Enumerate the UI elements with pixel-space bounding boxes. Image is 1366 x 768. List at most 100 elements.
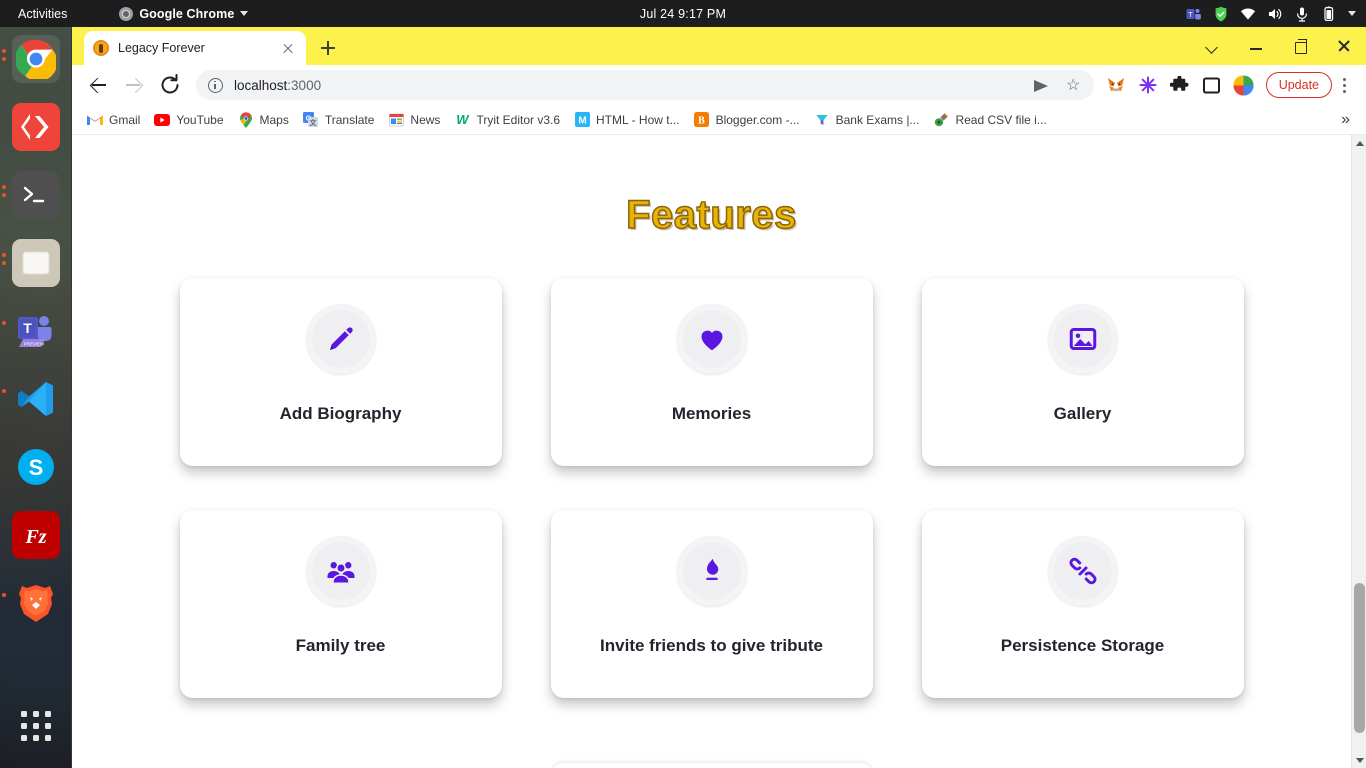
dock-item-google-chrome[interactable] [1,35,60,83]
funnel-icon [814,112,830,128]
close-tab-icon[interactable] [279,39,297,57]
svg-text:M: M [578,115,586,126]
forward-button[interactable] [119,70,149,100]
bookmark-youtube[interactable]: YouTube [147,109,230,131]
tab-search-chevron-down-icon[interactable] [1190,29,1234,63]
asterisk-icon[interactable] [1137,74,1159,96]
activities-button[interactable]: Activities [10,5,75,23]
battery-icon[interactable] [1321,6,1337,22]
bookmark-label: News [410,112,441,127]
feature-card-label: Gallery [1053,404,1112,423]
show-applications-button[interactable] [12,702,60,750]
chrome-menu-button[interactable] [1332,70,1358,100]
anydesk-icon [20,114,48,140]
feature-card-add-biography[interactable]: Add Biography [179,278,502,466]
feature-card-label: Add Biography [279,404,402,423]
app-menu-label: Google Chrome [139,6,235,21]
bookmark-star-icon[interactable]: ☆ [1065,77,1082,94]
bookmark-tryit-editor[interactable]: W Tryit Editor v3.6 [447,109,567,131]
bookmark-label: Read CSV file i... [955,112,1047,127]
grid-dot [21,735,27,741]
feature-card-invite-friends[interactable]: Invite friends to give tribute [550,510,873,698]
feature-card-family-tree[interactable]: Family tree [179,510,502,698]
profile-avatar-icon[interactable] [1233,74,1255,96]
bookmark-gmail[interactable]: Gmail [80,109,147,131]
maps-pin-icon [238,111,254,128]
scroll-down-arrow-icon[interactable] [1352,753,1366,768]
dock-item-visual-studio-code[interactable] [1,375,60,423]
wifi-icon[interactable] [1240,6,1256,22]
bookmark-label: Maps [259,112,289,127]
bookmark-blogger[interactable]: B Blogger.com -... [687,109,807,131]
maximize-button[interactable] [1278,29,1322,63]
web-page-content: Features Add Biography Memories Gallery … [72,135,1351,768]
svg-text:Fz: Fz [24,526,46,548]
reload-button[interactable] [155,70,185,100]
page-title: Features [625,192,797,238]
candle-flame-icon [705,558,718,580]
svg-text:S: S [28,455,43,480]
feature-card-gallery[interactable]: Gallery [921,278,1244,466]
guitar-icon [933,112,949,128]
dock-item-anydesk[interactable] [11,103,60,151]
bookmark-news[interactable]: News [381,109,447,131]
extensions-puzzle-icon[interactable] [1169,74,1191,96]
teams-icon[interactable]: T [1186,6,1202,22]
bookmarks-overflow-button[interactable]: » [1341,111,1358,128]
dock-item-terminal[interactable] [1,171,60,219]
window-controls [1190,27,1366,65]
system-tray[interactable]: T [1186,6,1366,22]
page-scrollbar[interactable] [1351,135,1366,768]
feature-card-label: Invite friends to give tribute [600,636,823,655]
grid-dot [45,735,51,741]
dock-item-microsoft-teams[interactable]: T PREVIEW [1,307,60,355]
volume-icon[interactable] [1267,6,1283,22]
svg-text:文: 文 [310,118,318,127]
side-panel-icon[interactable] [1201,74,1223,96]
feature-card-persistence-storage[interactable]: Persistence Storage [921,510,1244,698]
icon-circle [305,304,376,374]
filezilla-icon: Fz [24,526,46,548]
tab-legacy-forever[interactable]: Legacy Forever [84,31,306,65]
dock-item-brave[interactable] [1,579,60,627]
update-button[interactable]: Update [1265,72,1332,98]
svg-text:PREVIEW: PREVIEW [23,342,44,347]
dock-item-skype[interactable]: S [12,443,60,491]
address-bar[interactable]: localhost:3000 ☆ [196,70,1094,100]
bookmark-translate[interactable]: G文 Translate [296,109,382,131]
microphone-icon[interactable] [1294,6,1310,22]
grid-dot [33,723,39,729]
youtube-icon [154,112,171,128]
bookmark-read-csv[interactable]: Read CSV file i... [926,109,1053,131]
back-button[interactable] [83,70,113,100]
grid-dot [21,723,27,729]
gmail-icon [87,112,103,128]
bookmark-maps[interactable]: Maps [231,109,296,131]
feature-card-memories[interactable]: Memories [550,278,873,466]
scroll-up-arrow-icon[interactable] [1352,135,1366,150]
browser-toolbar: localhost:3000 ☆ Update [72,65,1366,105]
dock-item-filezilla[interactable]: Fz [11,511,60,559]
shield-check-icon[interactable] [1213,6,1229,22]
close-window-button[interactable] [1322,29,1366,63]
site-info-icon[interactable] [208,77,223,93]
bookmark-html-how-to[interactable]: M HTML - How t... [567,109,687,131]
dock-item-files[interactable] [1,239,60,287]
scrollbar-thumb[interactable] [1354,583,1365,733]
minimize-button[interactable] [1234,29,1278,63]
bookmark-bank-exams[interactable]: Bank Exams |... [807,109,927,131]
app-menu[interactable]: Google Chrome [119,6,249,21]
bookmark-label: YouTube [176,112,224,127]
features-grid: Add Biography Memories Gallery Family tr… [177,278,1247,698]
new-tab-button[interactable] [314,34,342,62]
bookmark-label: Translate [324,112,375,127]
metamask-icon[interactable] [1105,74,1127,96]
tab-strip: Legacy Forever [72,27,1366,65]
share-icon[interactable] [1033,77,1051,94]
google-news-icon [388,112,404,128]
pencil-icon [329,327,353,350]
svg-text:T: T [1188,12,1193,19]
bookmark-label: Gmail [109,112,141,127]
icon-circle [676,304,747,374]
tray-chevron-down-icon[interactable] [1348,11,1356,16]
